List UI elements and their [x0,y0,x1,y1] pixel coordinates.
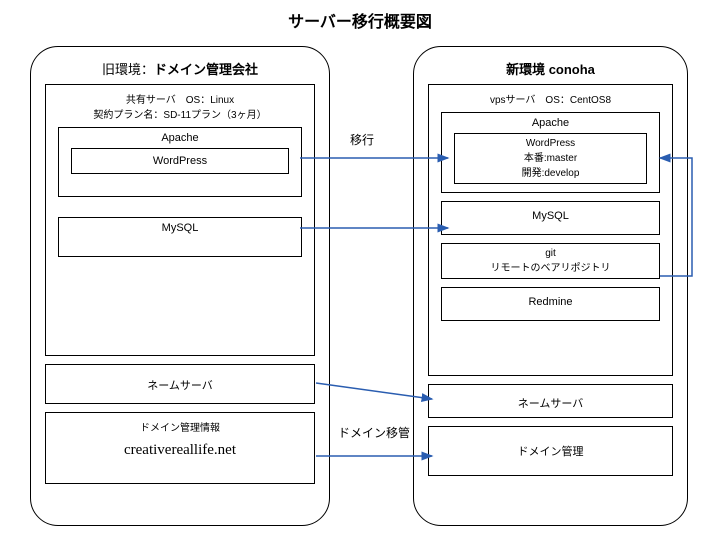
old-wordpress-box: WordPress [71,148,289,174]
new-mysql-box: MySQL [441,201,660,235]
new-redmine-box: Redmine [441,287,660,321]
old-server-line1: 共有サーバ OS：Linux [54,91,306,106]
new-wordpress-box: WordPress 本番:master 開発:develop [454,133,647,184]
new-nameserver-box: ネームサーバ [428,384,673,418]
new-env-title: 新環境 conoha [428,59,673,78]
old-nameserver-label: ネームサーバ [54,377,306,393]
new-git-l1: git [446,248,655,259]
old-domain-box: ドメイン管理情報 creativereallife.net [45,412,315,484]
old-server-box: 共有サーバ OS：Linux 契約プラン名：SD-11プラン（3ヶ月） Apac… [45,84,315,356]
new-domain-label: ドメイン管理 [437,443,664,459]
old-environment: 旧環境：ドメイン管理会社 共有サーバ OS：Linux 契約プラン名：SD-11… [30,46,330,526]
old-wordpress-label: WordPress [78,155,282,167]
old-nameserver-box: ネームサーバ [45,364,315,404]
new-git-box: git リモートのベアリポジトリ [441,243,660,279]
new-wp-l2: 本番:master [459,149,642,164]
new-git-l2: リモートのベアリポジトリ [446,259,655,274]
new-environment: 新環境 conoha vpsサーバ OS：CentOS8 Apache Word… [413,46,688,526]
old-env-title-bold: ドメイン管理会社 [154,62,258,77]
new-server-line1: vpsサーバ OS：CentOS8 [437,91,664,106]
old-domain-title: ドメイン管理情報 [54,419,306,434]
old-env-title: 旧環境：ドメイン管理会社 [45,59,315,78]
new-redmine-label: Redmine [448,296,653,308]
new-wp-l1: WordPress [459,138,642,149]
new-domain-box: ドメイン管理 [428,426,673,476]
old-mysql-label: MySQL [65,222,295,234]
old-apache-label: Apache [65,132,295,144]
new-nameserver-label: ネームサーバ [437,395,664,411]
edge-label-domain-transfer: ドメイン移管 [336,424,412,441]
old-apache-box: Apache WordPress [58,127,302,197]
diagram-stage: 旧環境：ドメイン管理会社 共有サーバ OS：Linux 契約プラン名：SD-11… [0,36,720,536]
new-server-box: vpsサーバ OS：CentOS8 Apache WordPress 本番:ma… [428,84,673,376]
new-apache-label: Apache [448,117,653,129]
diagram-title: サーバー移行概要図 [0,0,720,36]
edge-label-migrate: 移行 [348,131,376,148]
old-domain-name: creativereallife.net [54,442,306,459]
new-wp-l3: 開発:develop [459,164,642,179]
new-mysql-label: MySQL [448,210,653,222]
old-env-title-prefix: 旧環境： [102,62,154,77]
new-apache-box: Apache WordPress 本番:master 開発:develop [441,112,660,193]
old-mysql-box: MySQL [58,217,302,257]
old-server-line2: 契約プラン名：SD-11プラン（3ヶ月） [54,106,306,121]
